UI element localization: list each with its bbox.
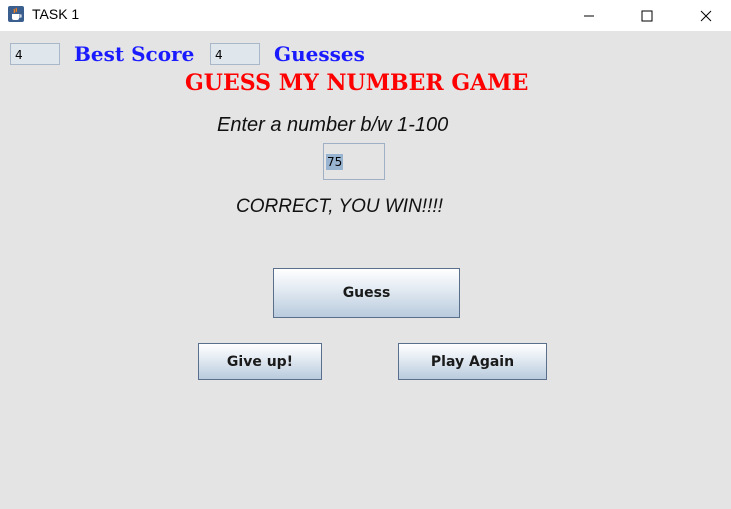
close-icon	[700, 10, 712, 21]
maximize-button[interactable]	[624, 0, 670, 31]
guesses-field[interactable]: 4	[210, 43, 260, 65]
guess-button[interactable]: Guess	[273, 268, 460, 318]
minimize-icon	[584, 15, 594, 16]
best-score-label: Best Score	[74, 42, 195, 66]
java-cup-icon	[8, 6, 24, 22]
best-score-field[interactable]: 4	[10, 43, 60, 65]
give-up-button[interactable]: Give up!	[198, 343, 322, 380]
number-input-value: 75	[326, 154, 344, 170]
number-prompt: Enter a number b/w 1-100	[217, 114, 449, 136]
play-again-button[interactable]: Play Again	[398, 343, 547, 380]
window-title: TASK 1	[32, 6, 80, 22]
guesses-label: Guesses	[274, 42, 365, 66]
minimize-button[interactable]	[566, 0, 612, 31]
title-bar[interactable]: TASK 1	[0, 0, 731, 31]
number-input[interactable]: 75	[323, 143, 385, 180]
result-message: CORRECT, YOU WIN!!!!	[236, 196, 443, 217]
maximize-icon	[641, 10, 653, 21]
game-title: GUESS MY NUMBER GAME	[185, 70, 529, 96]
close-button[interactable]	[683, 0, 729, 31]
